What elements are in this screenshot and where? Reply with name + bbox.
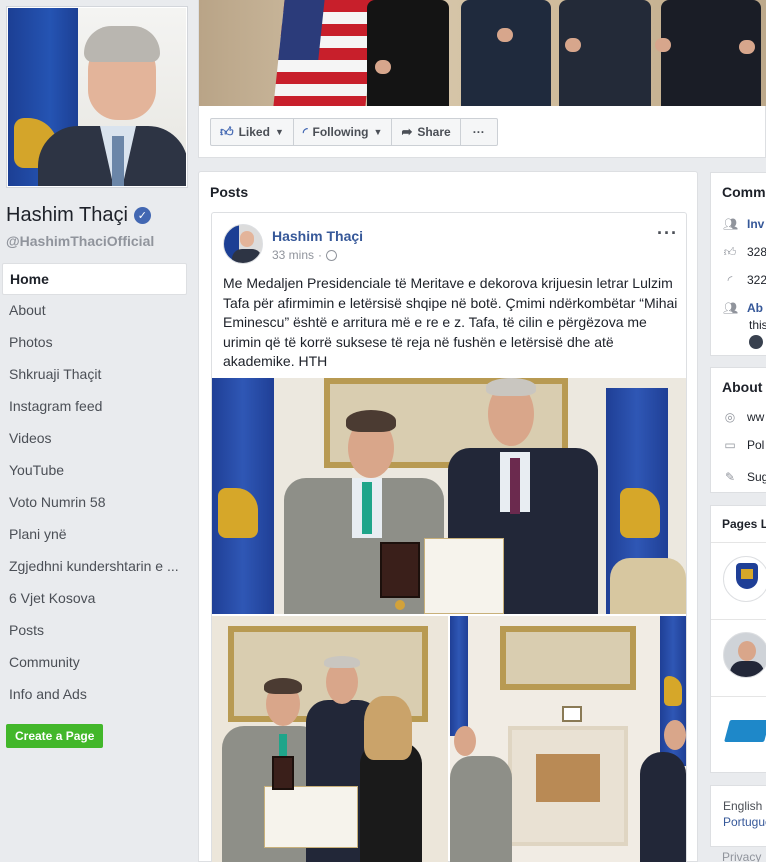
about-row-suggest[interactable]: ✎ Sug xyxy=(723,470,766,484)
post-author-name[interactable]: Hashim Thaçi xyxy=(272,228,363,244)
invite-icon: 👥︎ xyxy=(723,217,739,231)
community-row-friends-sub: this xyxy=(749,318,766,332)
liked-label: Liked xyxy=(238,125,270,139)
nav-item-zgjedhni[interactable]: Zgjedhni kundershtarin e ... xyxy=(2,551,187,583)
nav-item-6-vjet-kosova[interactable]: 6 Vjet Kosova xyxy=(2,583,187,615)
about-row-website[interactable]: ◎ ww xyxy=(723,410,765,424)
globe-icon: ◎ xyxy=(724,410,736,424)
create-page-button[interactable]: Create a Page xyxy=(6,724,104,748)
privacy-link[interactable]: Privacy xyxy=(722,850,761,862)
thumbs-up-icon: 👍︎ xyxy=(220,124,234,139)
language-portuguese[interactable]: Portugue xyxy=(723,815,766,829)
post-author-avatar[interactable] xyxy=(223,224,263,264)
posts-section: Posts Hashim Thaçi 33 mins · ··· Me Meda… xyxy=(198,171,698,862)
page-handle[interactable]: @HashimThaciOfficial xyxy=(6,233,154,249)
following-button[interactable]: ◜ Following ▼ xyxy=(292,118,393,146)
rss-icon: ◜ xyxy=(302,125,308,139)
share-button[interactable]: ➦ Share xyxy=(391,118,461,146)
nav-item-info-and-ads[interactable]: Info and Ads xyxy=(2,679,187,711)
chevron-down-icon: ▼ xyxy=(373,127,383,137)
nav-item-videos[interactable]: Videos xyxy=(2,423,187,455)
nav-item-shkruaji-thacit[interactable]: Shkruaji Thaçit xyxy=(2,359,187,391)
about-row-category[interactable]: ▭ Pol xyxy=(723,438,764,452)
nav-item-photos[interactable]: Photos xyxy=(2,327,187,359)
post-photo-tertiary[interactable] xyxy=(450,616,686,862)
post-timestamp[interactable]: 33 mins xyxy=(272,248,314,262)
profile-photo xyxy=(8,8,186,186)
friend-avatar[interactable] xyxy=(749,335,763,349)
cover-photo[interactable] xyxy=(199,0,766,106)
posts-heading: Posts xyxy=(210,184,249,200)
nav-item-voto-numrin[interactable]: Voto Numrin 58 xyxy=(2,487,187,519)
liked-button[interactable]: 👍︎ Liked ▼ xyxy=(210,118,294,146)
nav-item-community[interactable]: Community xyxy=(2,647,187,679)
follow-icon: ◜ xyxy=(727,273,733,287)
more-icon: ··· xyxy=(472,125,485,139)
liked-page-avatar[interactable] xyxy=(723,556,766,602)
page-name[interactable]: Hashim Thaçi ✓ xyxy=(6,204,151,227)
like-icon: 👍︎ xyxy=(723,245,737,259)
post-meta: 33 mins · xyxy=(272,248,338,262)
friends-icon: 👥︎ xyxy=(723,301,739,315)
more-options-button[interactable]: ··· xyxy=(459,118,498,146)
community-card: Comm 👥︎ Inv 👍︎ 328 ◜ 322 👥︎ Ab this xyxy=(710,172,766,356)
community-row-likes: 👍︎ 328 xyxy=(723,245,766,259)
post-photo-secondary[interactable] xyxy=(212,616,448,862)
about-heading: About xyxy=(722,379,763,395)
page-name-text[interactable]: Hashim Thaçi xyxy=(6,204,128,227)
share-arrow-icon: ➦ xyxy=(401,124,413,139)
pages-liked-heading: Pages L xyxy=(722,517,766,531)
share-label: Share xyxy=(417,125,451,139)
nav-item-about[interactable]: About xyxy=(2,295,187,327)
languages-card: English ( Portugue xyxy=(710,785,766,847)
nav-item-posts[interactable]: Posts xyxy=(2,615,187,647)
about-card: About ◎ ww ▭ Pol ✎ Sug xyxy=(710,367,766,493)
chevron-down-icon: ▼ xyxy=(274,127,284,137)
pages-liked-card: Pages L xyxy=(710,505,766,773)
liked-page-logo[interactable] xyxy=(724,720,766,742)
verified-badge-icon: ✓ xyxy=(133,207,151,224)
community-row-friends[interactable]: 👥︎ Ab xyxy=(723,301,763,315)
globe-icon[interactable] xyxy=(326,249,338,261)
left-column: Hashim Thaçi ✓ @HashimThaciOfficial Home… xyxy=(0,0,196,862)
profile-picture[interactable] xyxy=(6,6,188,188)
language-english[interactable]: English ( xyxy=(723,799,766,813)
nav-item-home[interactable]: Home xyxy=(2,263,187,295)
page-icon: ▭ xyxy=(724,438,736,452)
nav-item-plani-yne[interactable]: Plani ynë xyxy=(2,519,187,551)
community-heading: Comm xyxy=(722,184,766,200)
post-body-text: Me Medaljen Presidenciale të Meritave e … xyxy=(223,275,678,369)
liked-page-avatar[interactable] xyxy=(723,632,766,678)
separator-dot: · xyxy=(318,248,323,262)
nav-item-instagram-feed[interactable]: Instagram feed xyxy=(2,391,187,423)
post-card: Hashim Thaçi 33 mins · ··· Me Medaljen P… xyxy=(211,212,687,862)
community-row-invite[interactable]: 👥︎ Inv xyxy=(723,217,764,231)
following-label: Following xyxy=(312,125,369,139)
page-nav: Home About Photos Shkruaji Thaçit Instag… xyxy=(2,263,187,711)
community-row-follows: ◜ 322 xyxy=(723,273,766,287)
nav-item-youtube[interactable]: YouTube xyxy=(2,455,187,487)
cover-card: 👍︎ Liked ▼ ◜ Following ▼ ➦ Share ··· xyxy=(198,0,766,158)
pencil-icon: ✎ xyxy=(724,470,736,484)
post-options-icon[interactable]: ··· xyxy=(657,223,678,244)
page-actions: 👍︎ Liked ▼ ◜ Following ▼ ➦ Share ··· xyxy=(210,118,498,146)
post-photo-main[interactable] xyxy=(212,378,686,614)
